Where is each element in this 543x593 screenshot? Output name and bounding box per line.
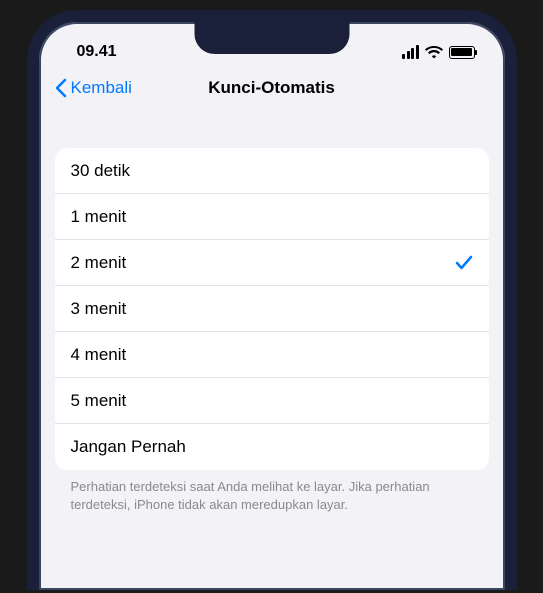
notch xyxy=(194,22,349,54)
cellular-signal-icon xyxy=(402,45,419,59)
option-label: Jangan Pernah xyxy=(71,437,186,457)
chevron-left-icon xyxy=(55,78,67,98)
checkmark-icon xyxy=(455,255,473,271)
option-label: 4 menit xyxy=(71,345,127,365)
option-row[interactable]: Jangan Pernah xyxy=(55,424,489,470)
option-row[interactable]: 4 menit xyxy=(55,332,489,378)
option-label: 5 menit xyxy=(71,391,127,411)
back-label: Kembali xyxy=(71,78,132,98)
option-label: 30 detik xyxy=(71,161,131,181)
battery-icon xyxy=(449,46,475,59)
option-row[interactable]: 30 detik xyxy=(55,148,489,194)
content-area: 30 detik 1 menit 2 menit 3 menit 4 menit 5 me… xyxy=(39,112,505,513)
footer-description: Perhatian terdeteksi saat Anda melihat k… xyxy=(55,470,489,513)
option-row[interactable]: 1 menit xyxy=(55,194,489,240)
back-button[interactable]: Kembali xyxy=(55,78,132,98)
wifi-icon xyxy=(425,46,443,59)
options-list: 30 detik 1 menit 2 menit 3 menit 4 menit 5 me… xyxy=(55,148,489,470)
navigation-bar: Kembali Kunci-Otomatis xyxy=(39,68,505,112)
page-title: Kunci-Otomatis xyxy=(208,78,335,98)
option-label: 1 menit xyxy=(71,207,127,227)
phone-frame: 09.41 Kembali Kunci-Otomatis 30 detik1 m… xyxy=(27,10,517,590)
option-row[interactable]: 3 menit xyxy=(55,286,489,332)
option-label: 2 menit xyxy=(71,253,127,273)
option-row[interactable]: 5 menit xyxy=(55,378,489,424)
option-label: 3 menit xyxy=(71,299,127,319)
option-row[interactable]: 2 menit xyxy=(55,240,489,286)
